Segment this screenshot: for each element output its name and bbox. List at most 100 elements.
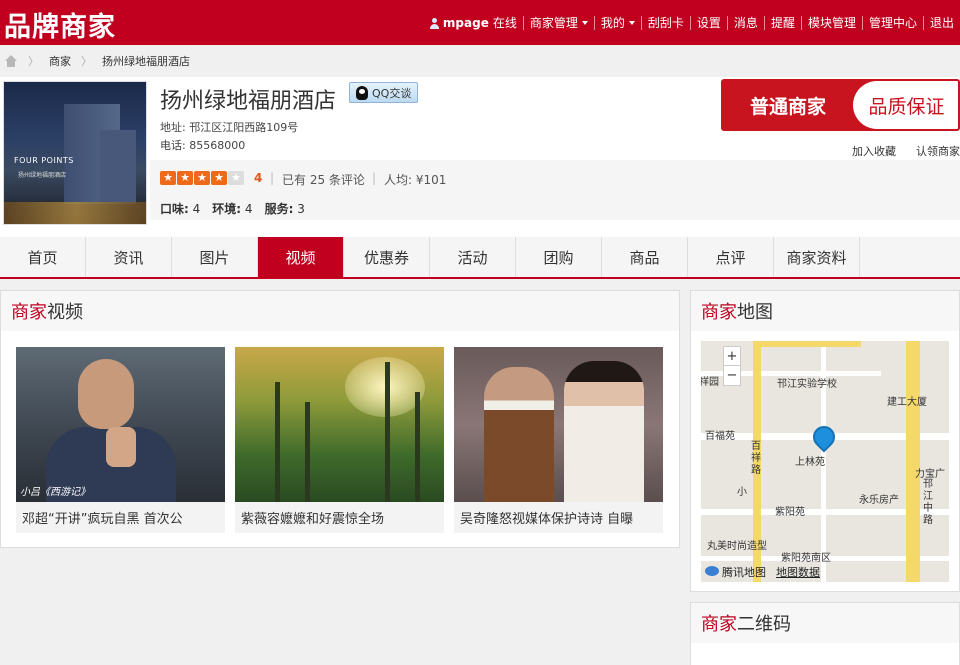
tab-news[interactable]: 资讯 (86, 237, 172, 277)
nav-mine[interactable]: 我的 (593, 16, 641, 30)
score-environment: 环境: 4 (212, 202, 253, 216)
video-card[interactable]: 紫薇容嬷嬷和好震惊全场 (235, 347, 444, 533)
map-data-link[interactable]: 地图数据 (776, 564, 820, 580)
merchant-map[interactable]: + − 祥园 邗江实验学校 建工大厦 百福苑 百祥路 上林苑 力宝广 永乐房产 … (701, 341, 949, 582)
star-filled-icon: ★ (211, 171, 227, 185)
star-filled-icon: ★ (160, 171, 176, 185)
merchant-actions: 加入收藏 认领商家 (852, 143, 960, 159)
map-label: 紫阳苑 (775, 507, 805, 518)
map-label: 紫阳苑南区 (781, 553, 831, 564)
video-panel-title: 商家 视频 (1, 291, 679, 331)
username[interactable]: mpage (443, 16, 489, 30)
tab-reviews[interactable]: 点评 (688, 237, 774, 277)
map-label: 永乐房产 (859, 495, 899, 506)
caret-down-icon (628, 21, 635, 25)
nav-merchant-manage[interactable]: 商家管理 (522, 16, 594, 30)
video-caption[interactable]: 吴奇隆怒视媒体保护诗诗 自曝 (454, 502, 663, 533)
merchant-badge: 普通商家 品质保证 (721, 79, 960, 131)
map-label: 上林苑 (795, 457, 825, 468)
star-empty-icon: ★ (228, 171, 244, 185)
top-bar: 品牌商家 mpage 在线 商家管理 我的 刮刮卡 设置 消息 提醒 模块管理 … (0, 0, 960, 45)
star-filled-icon: ★ (194, 171, 210, 185)
add-favorite-link[interactable]: 加入收藏 (852, 143, 896, 159)
video-subtitle: 小吕《西游记》 (20, 487, 90, 498)
score-taste: 口味: 4 (160, 202, 201, 216)
map-label: 邗江实验学校 (777, 379, 837, 390)
rating-bar: ★ ★ ★ ★ ★ 4 | 已有 25 条评论 | 人均: ¥101 口味: 4… (150, 160, 960, 220)
video-thumbnail[interactable]: 小吕《西游记》 (16, 347, 225, 502)
tencent-map-icon (705, 566, 719, 576)
rating-score: 4 (254, 171, 263, 185)
video-thumbnail[interactable] (235, 347, 444, 502)
location-pin-icon[interactable] (808, 421, 840, 453)
star-rating: ★ ★ ★ ★ ★ (160, 171, 245, 185)
nav-settings[interactable]: 设置 (689, 16, 727, 30)
merchant-tabs: 首页 资讯 图片 视频 优惠券 活动 团购 商品 点评 商家资料 (0, 237, 960, 279)
tab-events[interactable]: 活动 (430, 237, 516, 277)
user-status[interactable]: mpage 在线 (423, 16, 523, 30)
photo-brand-text: FOUR POINTS (14, 156, 74, 165)
merchant-address: 地址: 邗江区江阳西路109号 (160, 121, 299, 134)
user-icon (429, 17, 440, 29)
merchant-photo[interactable]: FOUR POINTS 扬州绿地福朋酒店 (3, 81, 147, 225)
nav-logout[interactable]: 退出 (922, 16, 960, 30)
map-label: 建工大厦 (887, 397, 927, 408)
qr-panel-title: 商家 二维码 (691, 603, 959, 643)
map-road-label: 邗江中路 (923, 479, 933, 526)
qr-code-panel: 商家 二维码 (690, 602, 960, 665)
badge-normal-merchant: 普通商家 (749, 95, 826, 118)
caret-down-icon (581, 21, 588, 25)
map-label: 百福苑 (705, 431, 735, 442)
video-card[interactable]: 小吕《西游记》 邓超“开讲”疯玩自黑 首次公 (16, 347, 225, 533)
map-label: 祥园 (701, 377, 719, 388)
tab-products[interactable]: 商品 (602, 237, 688, 277)
video-panel: 商家视频 小吕《西游记》 邓超“开讲”疯玩自黑 首次公 紫薇容嬷嬷和好震惊全场 (0, 290, 680, 548)
nav-messages[interactable]: 消息 (726, 16, 764, 30)
tab-coupons[interactable]: 优惠券 (344, 237, 430, 277)
star-filled-icon: ★ (177, 171, 193, 185)
nav-admin-center[interactable]: 管理中心 (861, 16, 923, 30)
map-label: 丸美时尚造型 (707, 541, 767, 552)
video-caption[interactable]: 邓超“开讲”疯玩自黑 首次公 (16, 502, 225, 533)
map-label: 小 (737, 487, 747, 498)
photo-sub-text: 扬州绿地福朋酒店 (18, 172, 67, 179)
breadcrumb: 〉 商家 〉 扬州绿地福朋酒店 (0, 45, 960, 77)
map-label: 力宝广 (915, 469, 945, 480)
video-thumbnail[interactable] (454, 347, 663, 502)
top-nav: mpage 在线 商家管理 我的 刮刮卡 设置 消息 提醒 模块管理 管理中心 … (423, 14, 960, 32)
map-panel-title: 商家 地图 (691, 291, 959, 331)
nav-module-manage[interactable]: 模块管理 (800, 16, 862, 30)
tab-videos[interactable]: 视频 (258, 237, 344, 277)
merchant-header: FOUR POINTS 扬州绿地福朋酒店 扬州绿地福朋酒店 QQ交谈 地址: 邗… (0, 77, 960, 237)
video-caption[interactable]: 紫薇容嬷嬷和好震惊全场 (235, 502, 444, 533)
merchant-phone: 电话: 85568000 (160, 139, 246, 152)
tab-home[interactable]: 首页 (0, 237, 86, 277)
map-panel: 商家 地图 + − 祥园 邗江实验学校 建工大厦 百福苑 百祥路 上林苑 力宝广 … (690, 290, 960, 592)
score-service: 服务: 3 (264, 202, 305, 216)
tencent-map-logo: 腾讯地图 (705, 564, 766, 580)
home-icon[interactable] (4, 55, 18, 67)
qq-penguin-icon (356, 85, 368, 100)
zoom-in-button[interactable]: + (724, 347, 740, 366)
sub-scores: 口味: 4 环境: 4 服务: 3 (160, 200, 305, 217)
map-footer: 腾讯地图 地图数据 (705, 564, 820, 580)
map-road-label: 百祥路 (751, 441, 761, 476)
breadcrumb-separator: 〉 (28, 55, 39, 68)
qq-chat-button[interactable]: QQ交谈 (349, 82, 419, 103)
video-list: 小吕《西游记》 邓超“开讲”疯玩自黑 首次公 紫薇容嬷嬷和好震惊全场 吴奇隆怒视… (16, 347, 663, 533)
online-status: 在线 (492, 16, 517, 30)
video-card[interactable]: 吴奇隆怒视媒体保护诗诗 自曝 (454, 347, 663, 533)
tab-photos[interactable]: 图片 (172, 237, 258, 277)
review-count[interactable]: 已有 25 条评论 (282, 171, 365, 188)
site-logo[interactable]: 品牌商家 (4, 5, 116, 44)
nav-scratch-card[interactable]: 刮刮卡 (640, 16, 690, 30)
claim-merchant-link[interactable]: 认领商家 (916, 143, 960, 159)
tab-merchant-info[interactable]: 商家资料 (774, 237, 860, 277)
zoom-out-button[interactable]: − (724, 366, 740, 385)
tab-group-buy[interactable]: 团购 (516, 237, 602, 277)
average-price: 人均: ¥101 (384, 173, 447, 187)
breadcrumb-current: 扬州绿地福朋酒店 (102, 55, 190, 68)
nav-reminders[interactable]: 提醒 (763, 16, 801, 30)
breadcrumb-merchants[interactable]: 商家 (49, 53, 71, 69)
merchant-name: 扬州绿地福朋酒店 (160, 89, 337, 114)
